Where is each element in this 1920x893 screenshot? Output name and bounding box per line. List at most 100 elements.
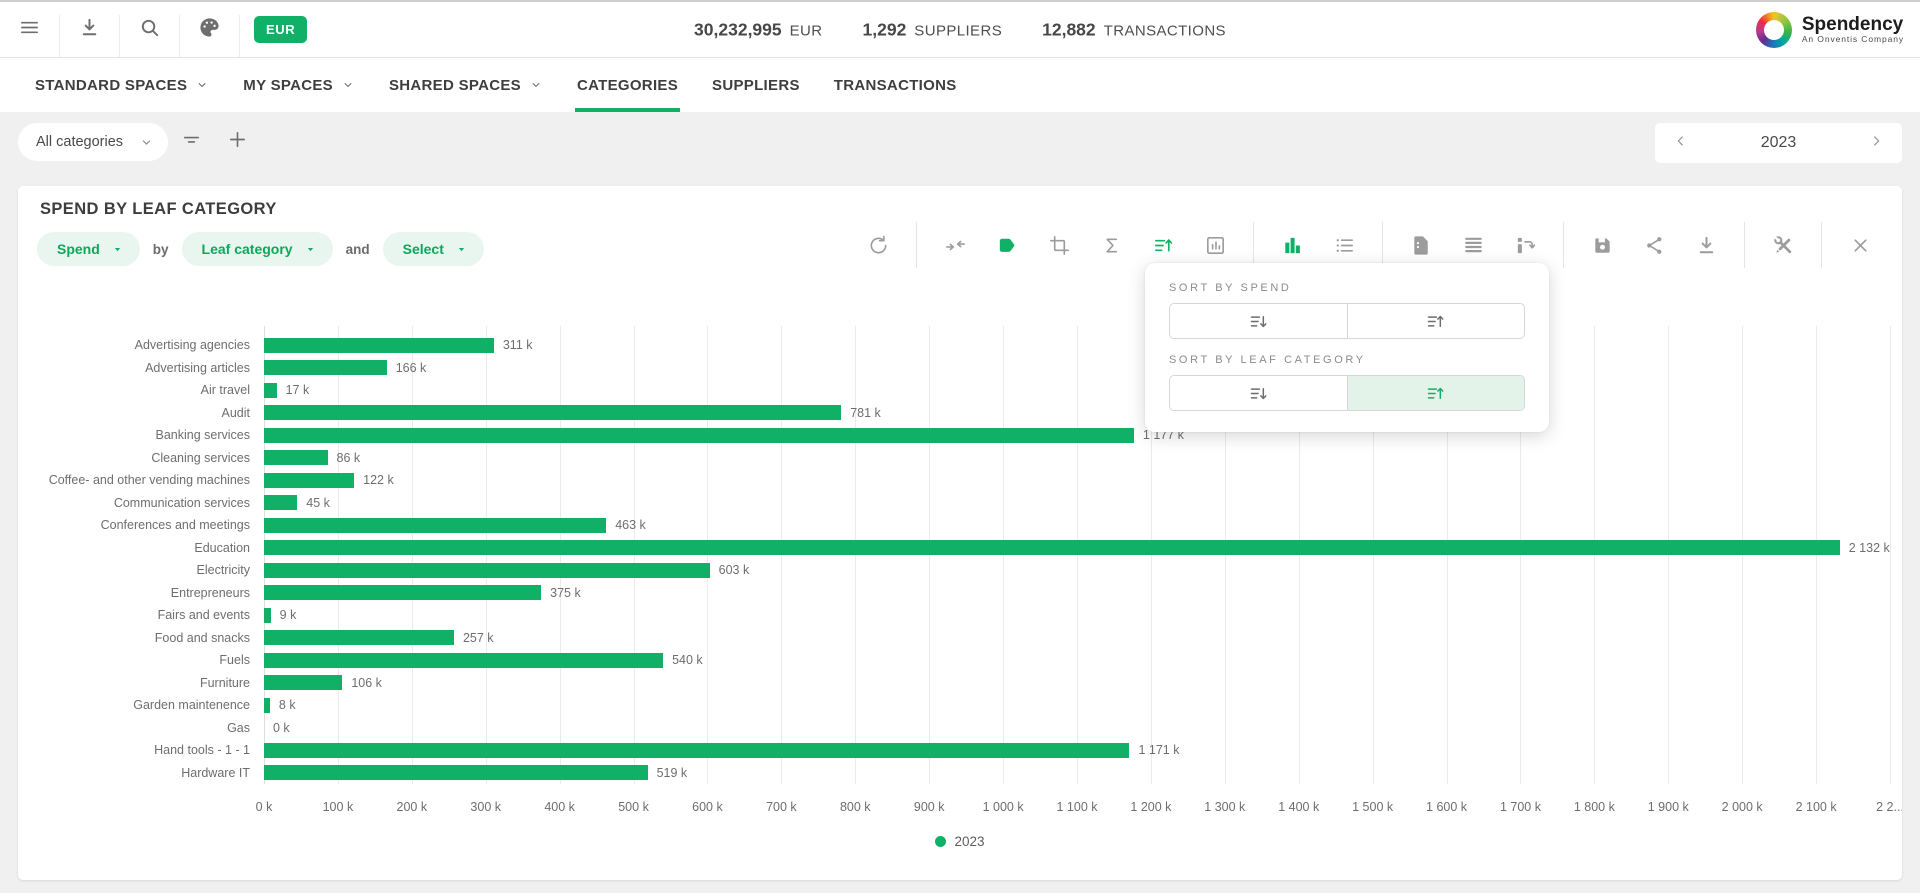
previous-year-button[interactable] (1667, 129, 1695, 157)
bar-track: 781 k (264, 405, 1890, 420)
next-year-button[interactable] (1862, 129, 1890, 157)
bar[interactable] (264, 383, 277, 398)
currency-badge[interactable]: EUR (254, 16, 307, 43)
toolbar-tag-button[interactable] (981, 222, 1033, 268)
chart-row: Conferences and meetings463 k (18, 514, 1890, 537)
theme-button[interactable] (180, 2, 239, 57)
legend-item-2023[interactable]: 2023 (18, 834, 1902, 849)
category-label: Advertising agencies (18, 338, 264, 352)
toolbar-pivot-button[interactable] (1499, 222, 1551, 268)
tab-categories[interactable]: CATEGORIES (560, 58, 695, 112)
by-text: by (153, 242, 169, 257)
chart-row: Hardware IT519 k (18, 762, 1890, 785)
toolbar-sigma-button[interactable] (1085, 222, 1137, 268)
category-label: Hand tools - 1 - 1 (18, 743, 264, 757)
toolbar-crop-button[interactable] (1033, 222, 1085, 268)
bar[interactable] (264, 428, 1134, 443)
bar[interactable] (264, 743, 1129, 758)
chart-row: Furniture106 k (18, 672, 1890, 695)
toolbar-share-button[interactable] (1628, 222, 1680, 268)
x-tick-label: 1 600 k (1426, 800, 1467, 814)
bar-track: 311 k (264, 338, 1890, 353)
toolbar-sort-asc-button[interactable] (1137, 222, 1189, 268)
bar[interactable] (264, 653, 663, 668)
toolbar-list-button[interactable] (1318, 222, 1370, 268)
bar[interactable] (264, 563, 710, 578)
tab-suppliers[interactable]: SUPPLIERS (695, 58, 817, 112)
download-button[interactable] (60, 2, 119, 57)
bar-track: 519 k (264, 765, 1890, 780)
chevron-down-icon (195, 78, 209, 92)
toolbar-bar-chart-button[interactable] (1266, 222, 1318, 268)
palette-icon (198, 16, 221, 44)
x-tick-label: 200 k (397, 800, 428, 814)
x-tick-label: 1 100 k (1056, 800, 1097, 814)
bar[interactable] (264, 630, 454, 645)
filter-button[interactable] (168, 123, 214, 161)
sort-asc-button[interactable] (1348, 304, 1525, 338)
tab-my-spaces[interactable]: MY SPACES (226, 58, 372, 112)
legend-label: 2023 (954, 834, 984, 849)
dimension-select[interactable]: Leaf category (182, 232, 333, 266)
chart-row: Audit781 k (18, 402, 1890, 425)
bar[interactable] (264, 360, 387, 375)
tag-icon (996, 234, 1019, 257)
category-filter-select[interactable]: All categories (18, 123, 168, 161)
spendency-logo[interactable]: Spendency An Onventis Company (1756, 12, 1904, 48)
bar[interactable] (264, 608, 271, 623)
search-button[interactable] (120, 2, 179, 57)
bar-track: 603 k (264, 563, 1890, 578)
tab-label: MY SPACES (243, 77, 333, 94)
logo-ring-icon (1756, 12, 1792, 48)
measure-select[interactable]: Spend (37, 232, 140, 266)
toolbar-collapse-arrows-button[interactable] (929, 222, 981, 268)
crop-icon (1048, 234, 1071, 257)
toolbar-download-button[interactable] (1680, 222, 1732, 268)
chart-row: Air travel17 k (18, 379, 1890, 402)
bar[interactable] (264, 765, 648, 780)
sort-desc-button[interactable] (1170, 376, 1348, 410)
bar[interactable] (264, 405, 841, 420)
category-label: Food and snacks (18, 631, 264, 645)
toolbar-tools-button[interactable] (1757, 222, 1809, 268)
bar-value-label: 519 k (657, 766, 688, 780)
top-bar: EUR 30,232,995 EUR 1,292 SUPPLIERS 12,88… (0, 2, 1920, 58)
bar[interactable] (264, 450, 328, 465)
toolbar-table-rows-button[interactable] (1447, 222, 1499, 268)
bar[interactable] (264, 540, 1840, 555)
bar[interactable] (264, 585, 541, 600)
bar[interactable] (264, 518, 606, 533)
menu-button[interactable] (0, 2, 59, 57)
toolbar-chart-frame-button[interactable] (1189, 222, 1241, 268)
bar[interactable] (264, 473, 354, 488)
chart-row: Coffee- and other vending machines122 k (18, 469, 1890, 492)
toolbar-refresh-button[interactable] (852, 222, 904, 268)
toolbar-file-report-button[interactable] (1395, 222, 1447, 268)
year-navigator: 2023 (1655, 123, 1902, 163)
x-tick-label: 1 300 k (1204, 800, 1245, 814)
bar[interactable] (264, 338, 494, 353)
chart-row: Fairs and events9 k (18, 604, 1890, 627)
tab-shared-spaces[interactable]: SHARED SPACES (372, 58, 560, 112)
tab-label: SHARED SPACES (389, 77, 521, 94)
sort-section-label: SORT BY SPEND (1169, 282, 1525, 294)
dropdown-triangle-icon (110, 242, 125, 257)
plus-icon (226, 128, 249, 156)
bar[interactable] (264, 675, 342, 690)
tab-transactions[interactable]: TRANSACTIONS (817, 58, 974, 112)
sort-desc-button[interactable] (1170, 304, 1348, 338)
bar[interactable] (264, 495, 297, 510)
x-tick-label: 900 k (914, 800, 945, 814)
sort-asc-button[interactable] (1348, 376, 1525, 410)
toolbar-close-button[interactable] (1834, 222, 1886, 268)
bar[interactable] (264, 698, 270, 713)
add-filter-button[interactable] (214, 123, 260, 161)
secondary-dimension-select[interactable]: Select (383, 232, 484, 266)
toolbar-save-button[interactable] (1576, 222, 1628, 268)
tab-standard-spaces[interactable]: STANDARD SPACES (18, 58, 226, 112)
tab-label: CATEGORIES (577, 77, 678, 94)
bar-value-label: 17 k (286, 383, 310, 397)
stat-value: 30,232,995 (694, 19, 782, 40)
sort-segmented-control (1169, 375, 1525, 411)
x-tick-label: 1 000 k (983, 800, 1024, 814)
